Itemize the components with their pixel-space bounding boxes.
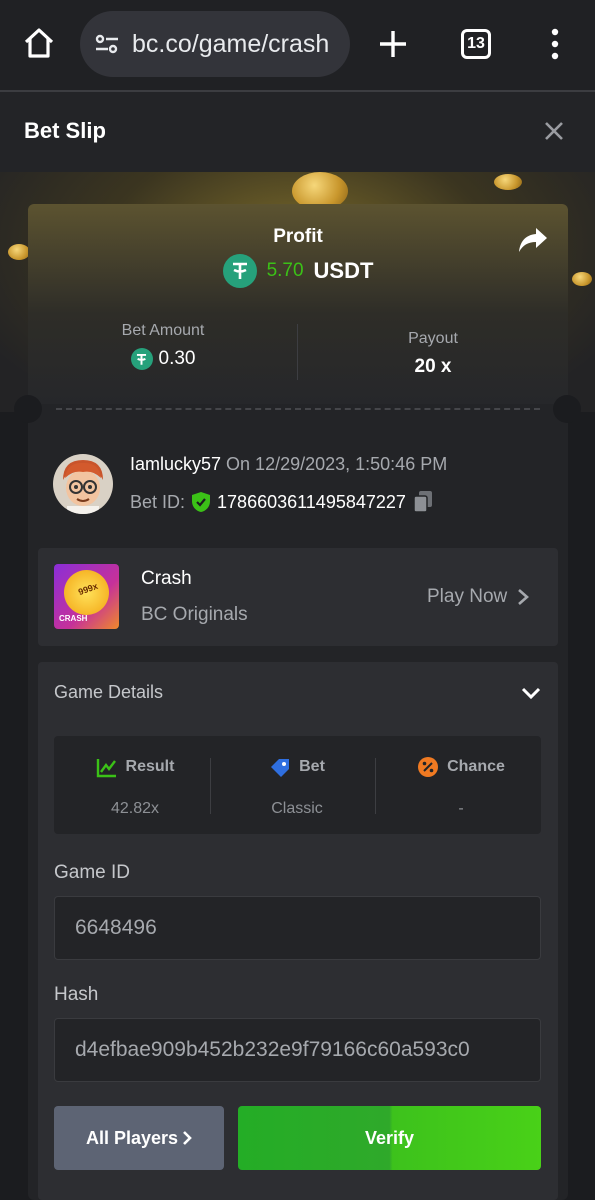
crash-game-thumbnail[interactable]: 999x CRASH	[54, 564, 119, 629]
percent-icon	[418, 757, 439, 777]
profit-currency: USDT	[313, 258, 374, 283]
bet-id-value: 1786603611495847227	[217, 491, 406, 512]
game-row[interactable]: 999x CRASH Crash BC Originals Play Now	[38, 548, 558, 646]
game-details-panel: Game Details Result 42.82x Bet Classic C…	[38, 662, 558, 1200]
chance-value: -	[458, 800, 464, 817]
result-summary: Result 42.82x Bet Classic Chance -	[54, 736, 541, 834]
verified-shield-icon	[192, 492, 211, 512]
avatar	[53, 454, 113, 514]
bet-amount-value-row: 0.30	[28, 348, 298, 370]
share-icon[interactable]	[518, 226, 548, 254]
site-settings-icon[interactable]	[92, 29, 122, 59]
bet-type-label: Bet	[299, 758, 325, 775]
bet-slip-card: Profit 5.70 USDT Bet Amount 0.30 Payout …	[28, 204, 568, 1200]
all-players-button[interactable]: All Players	[54, 1106, 224, 1170]
usdt-icon	[222, 254, 257, 288]
bet-date: On 12/29/2023, 1:50:46 PM	[221, 454, 448, 474]
payout-stat: Payout 20 x	[298, 322, 568, 378]
copy-icon[interactable]	[412, 490, 434, 514]
game-id-label: Game ID	[54, 862, 131, 883]
bet-stats: Bet Amount 0.30 Payout 20 x	[28, 322, 568, 382]
ticket-notch-left	[14, 395, 42, 423]
payout-value: 20 x	[414, 356, 452, 377]
profit-label: Profit	[273, 226, 323, 247]
usdt-icon	[130, 348, 153, 370]
result-value: 42.82x	[110, 800, 160, 817]
profit-value: 5.70	[266, 260, 304, 281]
dashed-divider	[56, 408, 540, 410]
chevron-down-icon[interactable]	[520, 682, 542, 704]
play-now-link[interactable]: Play Now	[427, 586, 530, 608]
game-details-title[interactable]: Game Details	[54, 682, 163, 703]
result-label: Result	[125, 758, 175, 775]
close-icon[interactable]	[543, 120, 565, 142]
play-now-label: Play Now	[427, 586, 508, 607]
coin-decoration	[494, 174, 522, 190]
thumbnail-title: CRASH	[59, 614, 88, 623]
chevron-right-icon	[518, 589, 530, 605]
home-icon[interactable]	[22, 26, 56, 60]
game-name: Crash	[141, 568, 192, 589]
verify-button[interactable]: Verify	[238, 1106, 541, 1170]
game-provider: BC Originals	[141, 604, 248, 625]
bet-user-line: Iamlucky57 On 12/29/2023, 1:50:46 PM	[130, 454, 447, 475]
bet-slip-header: Bet Slip	[0, 92, 595, 172]
divider	[210, 758, 211, 814]
chart-trend-icon	[96, 759, 116, 778]
new-tab-icon[interactable]	[376, 27, 410, 61]
all-players-label: All Players	[85, 1127, 179, 1148]
more-options-icon[interactable]	[545, 27, 565, 61]
divider	[375, 758, 376, 814]
bet-amount-label: Bet Amount	[121, 322, 205, 339]
tag-icon	[271, 759, 290, 777]
payout-label: Payout	[408, 330, 458, 347]
game-id-field[interactable]: 6648496	[54, 896, 541, 960]
bet-type-value: Classic	[271, 800, 323, 817]
profit-row: 5.70 USDT	[28, 254, 568, 288]
result-cell: Result 42.82x	[54, 756, 216, 818]
bet-id-label: Bet ID:	[130, 491, 186, 512]
bet-cell: Bet Classic	[216, 756, 378, 818]
chance-label: Chance	[447, 758, 505, 775]
browser-toolbar: bc.co/game/crash 13	[0, 0, 595, 90]
hash-label: Hash	[54, 984, 99, 1005]
bet-amount-value: 0.30	[158, 348, 196, 369]
tab-switcher-button[interactable]: 13	[461, 29, 491, 59]
chevron-right-icon	[183, 1131, 192, 1145]
address-bar[interactable]: bc.co/game/crash	[80, 11, 350, 77]
username[interactable]: Iamlucky57	[130, 454, 221, 474]
bet-id-row: Bet ID: 1786603611495847227	[130, 490, 434, 514]
chance-cell: Chance -	[380, 756, 542, 818]
divider	[297, 324, 298, 380]
page-title: Bet Slip	[24, 118, 106, 143]
bet-amount-stat: Bet Amount 0.30	[28, 322, 298, 370]
url-text: bc.co/game/crash	[132, 29, 330, 58]
hash-field[interactable]: d4efbae909b452b232e9f79166c60a593c0	[54, 1018, 541, 1082]
ticket-notch-right	[553, 395, 581, 423]
coin-decoration	[8, 244, 30, 260]
coin-decoration	[572, 272, 592, 286]
